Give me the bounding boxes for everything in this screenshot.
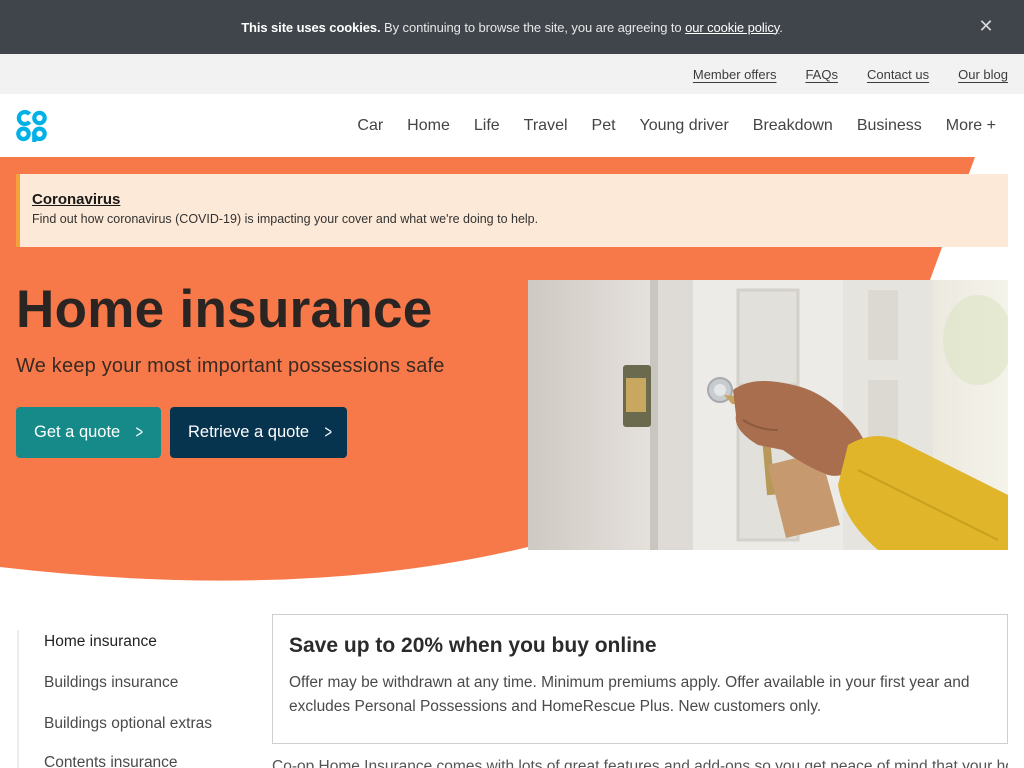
hero-subtitle: We keep your most important possessions … <box>16 355 445 377</box>
main-nav: Car Home Life Travel Pet Young driver Br… <box>0 94 1024 157</box>
side-nav: Home insurance Buildings insurance Build… <box>17 630 247 768</box>
nav-item-travel[interactable]: Travel <box>524 117 568 135</box>
chevron-right-icon: > <box>135 422 144 442</box>
cookie-banner: This site uses cookies. By continuing to… <box>0 0 1024 54</box>
coop-logo-icon <box>16 109 47 142</box>
intro-paragraph: Co-op Home Insurance comes with lots of … <box>272 758 1008 768</box>
side-nav-item-contents-insurance[interactable]: Contents insurance <box>44 754 178 768</box>
utility-link-our-blog[interactable]: Our blog <box>958 67 1008 82</box>
online-offer-panel: Save up to 20% when you buy online Offer… <box>272 614 1008 744</box>
page-title: Home insurance <box>16 280 433 339</box>
get-a-quote-label: Get a quote <box>34 423 121 441</box>
nav-item-business[interactable]: Business <box>857 117 922 135</box>
side-nav-item-home-insurance[interactable]: Home insurance <box>44 633 157 651</box>
get-a-quote-button[interactable]: Get a quote > <box>16 407 161 458</box>
retrieve-a-quote-button[interactable]: Retrieve a quote > <box>170 407 347 458</box>
close-icon[interactable]: ✕ <box>974 14 998 38</box>
door-key-illustration <box>528 280 1008 550</box>
coronavirus-alert-text: Find out how coronavirus (COVID-19) is i… <box>32 212 539 226</box>
primary-nav-links: Car Home Life Travel Pet Young driver Br… <box>357 94 996 157</box>
cookie-policy-link[interactable]: our cookie policy <box>685 20 779 35</box>
retrieve-a-quote-label: Retrieve a quote <box>188 423 310 441</box>
offer-title: Save up to 20% when you buy online <box>289 634 657 657</box>
cookie-message: This site uses cookies. By continuing to… <box>241 20 783 35</box>
nav-item-more[interactable]: More + <box>946 117 996 135</box>
nav-item-breakdown[interactable]: Breakdown <box>753 117 833 135</box>
cookie-message-strong: This site uses cookies. <box>241 19 381 35</box>
coronavirus-alert-link[interactable]: Coronavirus <box>32 191 120 208</box>
side-nav-item-buildings-optional-extras[interactable]: Buildings optional extras <box>44 715 212 733</box>
coop-logo[interactable] <box>16 109 47 142</box>
utility-link-contact-us[interactable]: Contact us <box>867 67 929 82</box>
nav-item-pet[interactable]: Pet <box>592 117 616 135</box>
utility-link-faqs[interactable]: FAQs <box>805 67 838 82</box>
coronavirus-alert: Coronavirus Find out how coronavirus (CO… <box>16 174 1008 247</box>
nav-item-life[interactable]: Life <box>474 117 500 135</box>
utility-nav: Member offers FAQs Contact us Our blog <box>0 54 1024 94</box>
chevron-right-icon: > <box>324 422 333 442</box>
utility-link-member-offers[interactable]: Member offers <box>693 67 777 82</box>
side-nav-item-buildings-insurance[interactable]: Buildings insurance <box>44 674 178 692</box>
cookie-message-end: . <box>779 19 783 35</box>
nav-item-young-driver[interactable]: Young driver <box>640 117 729 135</box>
hero-section: Coronavirus Find out how coronavirus (CO… <box>0 157 1024 587</box>
cookie-message-text: By continuing to browse the site, you ar… <box>380 19 686 35</box>
nav-item-home[interactable]: Home <box>407 117 450 135</box>
offer-text: Offer may be withdrawn at any time. Mini… <box>289 674 970 715</box>
nav-item-car[interactable]: Car <box>357 117 383 135</box>
hero-photo <box>528 280 1008 550</box>
